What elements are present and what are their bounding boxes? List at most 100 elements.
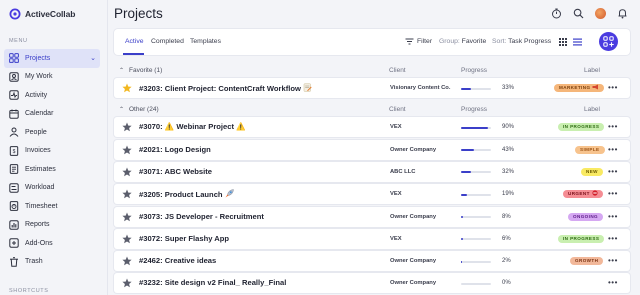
table-row[interactable]: #3072: Super Flashy App VEX 6% IN PROGRESS •… — [114, 228, 630, 249]
project-name[interactable]: #2021: Logo Design — [139, 145, 211, 154]
more-options-icon[interactable]: ••• — [608, 278, 618, 287]
group-header[interactable]: ⌃ Other (24) Client Progress Label — [114, 104, 630, 116]
sidebar-item-add-ons[interactable]: Add-Ons — [4, 234, 100, 253]
group-header[interactable]: ⌃ Favorite (1) Client Progress Label — [114, 65, 630, 77]
progress-fill — [461, 193, 467, 196]
filter-button[interactable]: Filter — [405, 38, 432, 45]
project-name[interactable]: #3070: ⚠️ Webinar Project ⚠️ — [139, 122, 246, 131]
column-header-progress[interactable]: Progress — [461, 106, 487, 113]
star-icon[interactable] — [122, 122, 132, 132]
label-badge[interactable]: NEW — [581, 167, 603, 176]
progress-percent: 19% — [502, 191, 515, 198]
table-row[interactable]: #3232: Site design v2 Final_ Really_Fina… — [114, 273, 630, 294]
label-badge[interactable]: IN PROGRESS — [558, 234, 605, 243]
project-name[interactable]: #3203: Client Project: ContentCraft Work… — [139, 83, 312, 93]
sidebar-item-timesheet[interactable]: Timesheet — [4, 197, 100, 216]
label-badge[interactable]: SIMPLE — [575, 145, 605, 154]
more-options-icon[interactable]: ••• — [608, 234, 618, 243]
more-options-icon[interactable]: ••• — [608, 256, 618, 265]
label-badge[interactable]: ONGOING — [568, 212, 604, 221]
bell-icon[interactable] — [617, 8, 628, 19]
table-row[interactable]: #2462: Creative ideas Owner Company 2% GROW… — [114, 251, 630, 272]
star-icon[interactable] — [122, 234, 132, 244]
star-icon[interactable] — [122, 256, 132, 266]
sort-selector[interactable]: Sort: Task Progress — [492, 38, 551, 45]
project-name[interactable]: #3071: ABC Website — [139, 167, 212, 176]
star-icon[interactable] — [122, 167, 132, 177]
project-name-text: #3205: Product Launch — [139, 190, 223, 200]
my-work-icon — [9, 72, 19, 82]
column-header-client[interactable]: Client — [389, 106, 406, 113]
group-label: Favorite (1) — [129, 67, 163, 74]
project-name[interactable]: #3072: Super Flashy App — [139, 234, 229, 243]
sidebar-item-calendar[interactable]: Calendar — [4, 105, 100, 124]
progress-percent: 0% — [502, 280, 511, 287]
project-name[interactable]: #2462: Creative ideas — [139, 256, 216, 265]
project-name[interactable]: #3232: Site design v2 Final_ Really_Fina… — [139, 278, 286, 287]
sidebar-item-trash[interactable]: Trash — [4, 253, 100, 272]
table-row[interactable]: #3070: ⚠️ Webinar Project ⚠️ VEX 90% IN PRO… — [114, 117, 630, 138]
sidebar-item-estimates[interactable]: Estimates — [4, 160, 100, 179]
more-options-icon[interactable]: ••• — [608, 189, 618, 198]
sidebar-item-projects[interactable]: Projects ⌄ — [4, 49, 100, 68]
project-name[interactable]: #3073: JS Developer - Recruitment — [139, 212, 264, 221]
sidebar-item-activity[interactable]: Activity — [4, 86, 100, 105]
avatar[interactable] — [595, 8, 606, 19]
sidebar-item-people[interactable]: People — [4, 123, 100, 142]
tab-completed[interactable]: Completed — [151, 38, 184, 45]
top-icons — [551, 8, 628, 19]
table-row[interactable]: #3073: JS Developer - Recruitment Owner C… — [114, 206, 630, 227]
progress-bar — [461, 126, 491, 129]
column-header-progress[interactable]: Progress — [461, 67, 487, 74]
tab-templates[interactable]: Templates — [190, 38, 221, 45]
sidebar-item-label: Activity — [25, 91, 48, 99]
stopwatch-icon[interactable] — [551, 8, 562, 19]
more-options-icon[interactable]: ••• — [608, 212, 618, 221]
column-header-label[interactable]: Label — [584, 106, 600, 113]
table-row[interactable]: #2021: Logo Design Owner Company 43% SIMPLE… — [114, 139, 630, 160]
group-selector[interactable]: Group: Favorite — [439, 38, 486, 45]
table-row[interactable]: #3203: Client Project: ContentCraft Work… — [114, 78, 630, 98]
sidebar-item-reports[interactable]: Reports — [4, 216, 100, 235]
column-header-client[interactable]: Client — [389, 67, 406, 74]
people-icon — [9, 127, 19, 138]
table-row[interactable]: #3071: ABC Website ABC LLC 32% NEW ••• — [114, 161, 630, 182]
label-badge[interactable]: URGENT — [563, 190, 603, 199]
tab-active[interactable]: Active — [125, 38, 144, 45]
progress-fill — [461, 216, 464, 218]
sidebar-item-label: Workload — [25, 184, 55, 192]
progress-percent: 2% — [502, 258, 511, 265]
label-badge[interactable]: MARKETING — [554, 84, 605, 92]
star-icon[interactable] — [122, 145, 132, 155]
sidebar-item-workload[interactable]: Workload — [4, 179, 100, 198]
label-badge[interactable]: IN PROGRESS — [558, 123, 605, 132]
project-name[interactable]: #3205: Product Launch — [139, 189, 234, 199]
star-icon[interactable] — [122, 189, 132, 199]
column-header-label[interactable]: Label — [584, 67, 600, 74]
sidebar-item-invoices[interactable]: $ Invoices — [4, 142, 100, 161]
table-row[interactable]: #3205: Product Launch VEX 19% URGENT ••• — [114, 184, 630, 205]
add-project-button[interactable] — [599, 32, 618, 51]
more-options-icon[interactable]: ••• — [608, 122, 618, 131]
search-icon[interactable] — [573, 8, 584, 19]
star-icon[interactable] — [122, 212, 132, 222]
favorite-star-icon[interactable] — [122, 83, 132, 93]
grid-view-icon[interactable] — [559, 38, 567, 48]
sidebar-item-my-work[interactable]: My Work — [4, 68, 100, 87]
label-badge[interactable]: GROWTH — [570, 257, 604, 266]
client-name: Owner Company — [390, 213, 437, 220]
progress-percent: 90% — [502, 124, 515, 131]
chevron-down-icon[interactable]: ⌄ — [90, 54, 96, 62]
brand[interactable]: ActiveCollab — [9, 8, 75, 20]
more-options-icon[interactable]: ••• — [608, 145, 618, 154]
progress-bar — [461, 193, 491, 196]
label-badge-text: MARKETING — [559, 85, 591, 90]
star-icon[interactable] — [122, 278, 132, 288]
chevron-up-icon[interactable]: ⌃ — [119, 67, 124, 74]
more-options-icon[interactable]: ••• — [608, 83, 618, 92]
chevron-up-icon[interactable]: ⌃ — [119, 106, 124, 113]
list-view-icon[interactable] — [573, 38, 582, 48]
more-options-icon[interactable]: ••• — [608, 167, 618, 176]
toolbar: Active Completed Templates Filter Group:… — [114, 29, 630, 55]
workload-icon — [9, 183, 19, 193]
